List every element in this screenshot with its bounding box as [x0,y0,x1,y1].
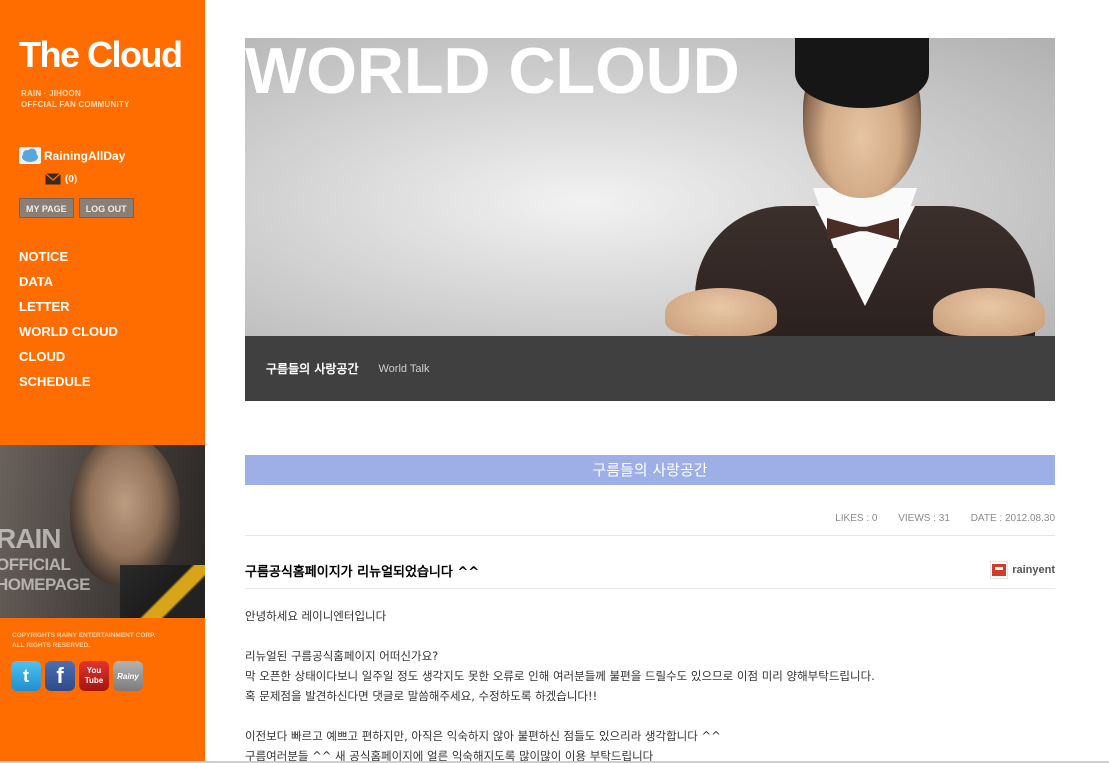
envelope-icon [45,173,61,185]
nav-item-notice[interactable]: NOTICE [19,248,118,273]
section-title-bar: 구름들의 사랑공간 [245,455,1055,485]
post-title: 구름공식홈페이지가 리뉴얼되었습니다 ^^ [245,565,480,580]
hero-title: WORLD CLOUD [245,38,740,107]
nav-item-letter[interactable]: LETTER [19,298,118,323]
post-spacer [245,626,1055,646]
views-count: VIEWS : 31 [898,513,950,524]
post-line: 안녕하세요 레이니엔터입니다 [245,609,387,623]
copyright-line: ALL RIGHTS RESERVED. [12,642,91,649]
banner-line: HOMEPAGE [0,575,90,594]
youtube-word: You [86,666,102,675]
author-name: rainyent [1012,564,1055,576]
post-line: 이전보다 빠르고 예쁘고 편하지만, 아직은 익숙하지 않아 불편하신 점들도 … [245,729,721,743]
banner-jacket [120,565,205,618]
nav-item-schedule[interactable]: SCHEDULE [19,373,118,398]
post-spacer [245,706,1055,726]
facebook-icon[interactable]: f [45,661,75,691]
user-info: RainingAllDay [19,147,125,164]
site-tagline: RAIN · JIHOON OFFCIAL FAN COMMUNITY [21,88,130,110]
rainyent-logo-icon [990,561,1009,579]
hero-hand-left [665,288,777,336]
youtube-word: Tube [84,676,104,685]
banner-line: RAIN [0,523,61,554]
post-line: 막 오픈한 상태이다보니 일주일 정도 생각지도 못한 오류로 인해 여러분들께… [245,669,875,683]
message-count: (0) [65,173,78,185]
main-nav: NOTICE DATA LETTER WORLD CLOUD CLOUD SCH… [19,248,118,398]
messages-link[interactable]: (0) [45,173,77,185]
rainy-word: Rainy [117,671,139,681]
nav-item-cloud[interactable]: CLOUD [19,348,118,373]
account-buttons: MY PAGE LOG OUT [19,198,134,218]
nav-item-world-cloud[interactable]: WORLD CLOUD [19,323,118,348]
board-title[interactable]: 구름들의 사랑공간 [266,360,359,377]
post-meta: LIKES : 0 VIEWS : 31 DATE : 2012.08.30 [245,508,1055,536]
banner-text: RAIN OFFICIAL HOMEPAGE [0,523,90,595]
twitter-icon[interactable]: t [11,661,41,691]
log-out-button[interactable]: LOG OUT [78,198,134,218]
likes-count: LIKES : 0 [835,513,878,524]
social-links: t f You Tube Rainy [11,661,143,691]
site-logo[interactable]: The Cloud [19,35,183,75]
post-line: 혹 문제점을 발견하신다면 댓글로 말씀해주세요, 수정하도록 하겠습니다!! [245,689,598,703]
hero-breadcrumb-bar: 구름들의 사랑공간 World Talk [245,336,1055,401]
tagline-line: RAIN · JIHOON [21,89,81,98]
sidebar: The Cloud RAIN · JIHOON OFFCIAL FAN COMM… [0,0,205,763]
tagline-line: OFFCIAL FAN COMMUNITY [21,100,130,109]
copyright: COPYRIGHTS RAINY ENTERTAINMENT CORP. ALL… [12,631,155,651]
twitter-letter: t [23,665,29,686]
cloud-avatar-icon [19,147,41,164]
official-homepage-banner[interactable]: RAIN OFFICIAL HOMEPAGE [0,445,205,618]
nav-item-data[interactable]: DATA [19,273,118,298]
post-date: DATE : 2012.08.30 [970,513,1055,524]
copyright-line: COPYRIGHTS RAINY ENTERTAINMENT CORP. [12,632,156,639]
hero-hair [795,38,929,108]
hero-banner: WORLD CLOUD [245,38,1055,336]
post-line: 리뉴얼된 구름공식홈페이지 어떠신가요? [245,649,439,663]
my-page-button[interactable]: MY PAGE [19,198,74,218]
post-author[interactable]: rainyent [990,561,1055,579]
hero-hand-right [933,288,1045,336]
youtube-icon[interactable]: You Tube [79,661,109,691]
post-body: 안녕하세요 레이니엔터입니다 리뉴얼된 구름공식홈페이지 어떠신가요? 막 오픈… [245,606,1055,763]
board-subtitle: World Talk [378,362,430,375]
facebook-letter: f [56,663,64,688]
user-name[interactable]: RainingAllDay [44,149,125,163]
banner-line: OFFICIAL [0,555,71,574]
rainy-icon[interactable]: Rainy [113,661,143,691]
divider [245,588,1055,589]
